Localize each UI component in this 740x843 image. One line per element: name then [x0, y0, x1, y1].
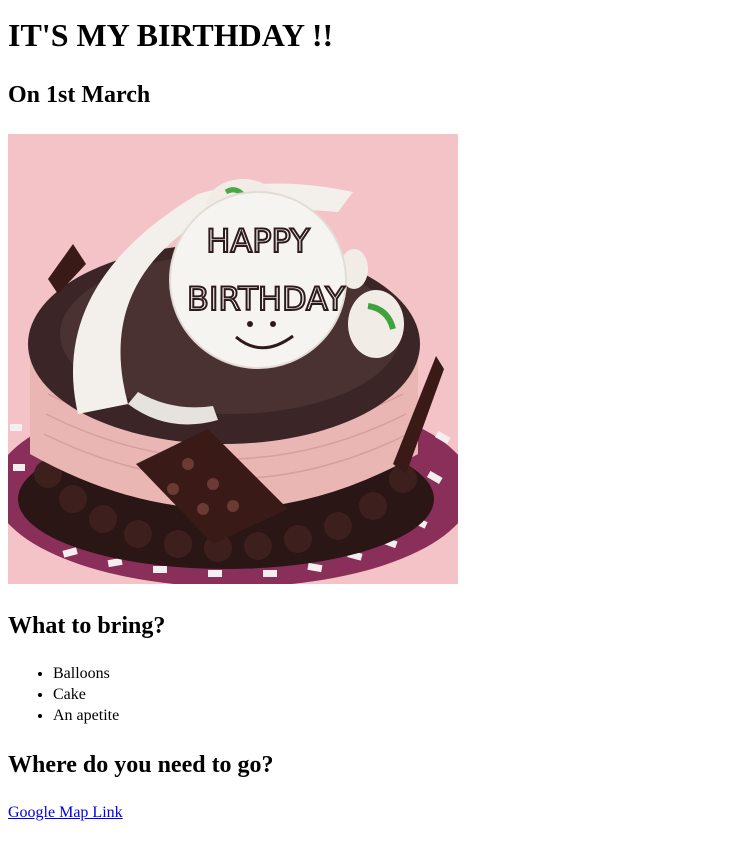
- page-title: IT'S MY BIRTHDAY !!: [8, 17, 334, 53]
- birthday-date: On 1st March: [8, 82, 151, 108]
- location-heading: Where do you need to go?: [8, 752, 274, 778]
- birthday-cake-image: HAPPY BIRTHDAY: [8, 134, 458, 584]
- bring-heading: What to bring?: [8, 613, 166, 639]
- google-map-link[interactable]: Google Map Link: [8, 802, 123, 824]
- cake-topper-line1: HAPPY: [206, 222, 310, 260]
- cake-topper-line2: BIRTHDAY: [187, 280, 345, 318]
- bring-list: Balloons Cake An apetite: [8, 663, 119, 726]
- list-item: Cake: [53, 684, 119, 705]
- list-item: An apetite: [53, 705, 119, 726]
- list-item: Balloons: [53, 663, 119, 684]
